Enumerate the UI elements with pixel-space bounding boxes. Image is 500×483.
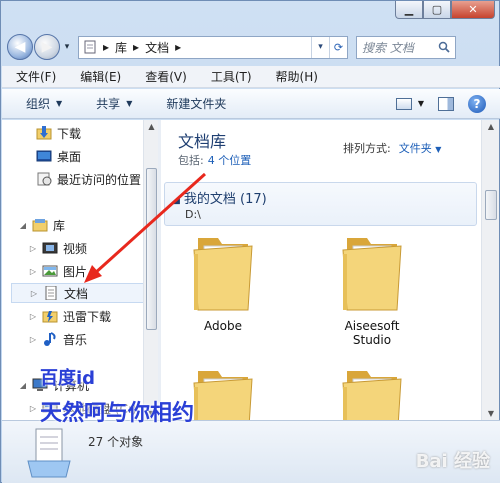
overlay-caption-2: 天然呵与你相约 (40, 401, 195, 426)
overlay-caption-1: 百度id (40, 368, 96, 389)
watermark: Bai 经验 (415, 451, 490, 472)
